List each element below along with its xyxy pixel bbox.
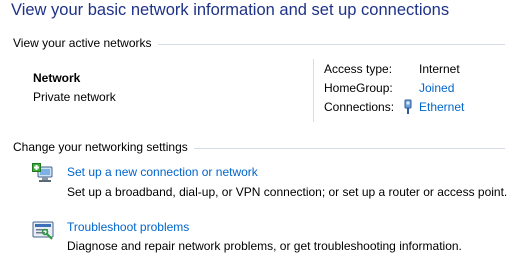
troubleshoot-description: Diagnose and repair network problems, or… [67,239,462,253]
troubleshoot-link[interactable]: Troubleshoot problems [67,220,189,234]
homegroup-label: HomeGroup: [324,81,393,95]
ethernet-connection-link[interactable]: Ethernet [419,100,464,114]
section-divider [157,43,505,45]
page-title: View your basic network information and … [11,1,450,19]
network-type: Private network [33,90,116,104]
troubleshoot-icon [32,221,54,240]
networking-settings-header-label: Change your networking settings [13,140,188,154]
active-networks-header: View your active networks [13,36,505,50]
network-name: Network [33,71,81,85]
ethernet-icon [404,99,412,114]
homegroup-link[interactable]: Joined [419,81,454,95]
new-connection-icon [32,163,53,182]
access-type-value: Internet [419,62,460,76]
access-type-label: Access type: [324,62,393,76]
setup-connection-link[interactable]: Set up a new connection or network [67,165,258,179]
connections-label: Connections: [324,100,395,114]
setup-connection-description: Set up a broadband, dial-up, or VPN conn… [67,185,508,199]
active-networks-header-label: View your active networks [13,36,152,50]
networking-settings-header: Change your networking settings [13,140,505,154]
section-divider [193,147,505,149]
network-details-divider [313,59,314,122]
